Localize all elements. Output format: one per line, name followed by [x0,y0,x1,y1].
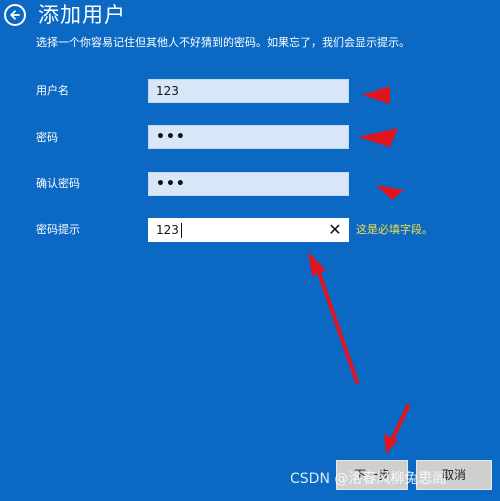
username-label: 用户名 [36,84,69,97]
annotation-arrow-confirm [376,185,404,200]
annotation-arrow-hint-head [308,252,326,276]
annotation-arrow-next-head [384,434,398,454]
password-hint-field[interactable]: 123 ✕ [148,218,349,242]
page-subtitle: 选择一个你容易记住但其他人不好猜到的密码。如果忘了，我们会显示提示。 [36,36,410,49]
password-label: 密码 [36,131,58,144]
username-field[interactable]: 123 [148,79,349,103]
confirm-password-label: 确认密码 [36,177,80,190]
confirm-password-field[interactable]: ••• [148,172,349,196]
annotation-arrow-username [362,86,390,104]
back-button[interactable] [4,4,26,26]
annotation-overlay [308,86,410,454]
annotation-arrow-hint-shaft [316,268,359,384]
password-hint-label: 密码提示 [36,223,80,236]
annotation-arrow-password [358,128,398,147]
arrow-left-icon [10,10,20,20]
required-field-note: 这是必填字段。 [356,223,433,236]
close-icon[interactable]: ✕ [328,222,342,238]
confirm-password-value: ••• [156,176,186,192]
annotation-arrow-next-shaft [390,404,410,442]
watermark: CSDN @洛春风柳兔思阁 [290,471,447,487]
text-caret [181,223,182,238]
page-title: 添加用户 [38,3,126,27]
password-hint-value: 123 [156,223,179,237]
username-value: 123 [156,84,179,98]
password-field[interactable]: ••• [148,125,349,149]
password-value: ••• [156,129,186,145]
